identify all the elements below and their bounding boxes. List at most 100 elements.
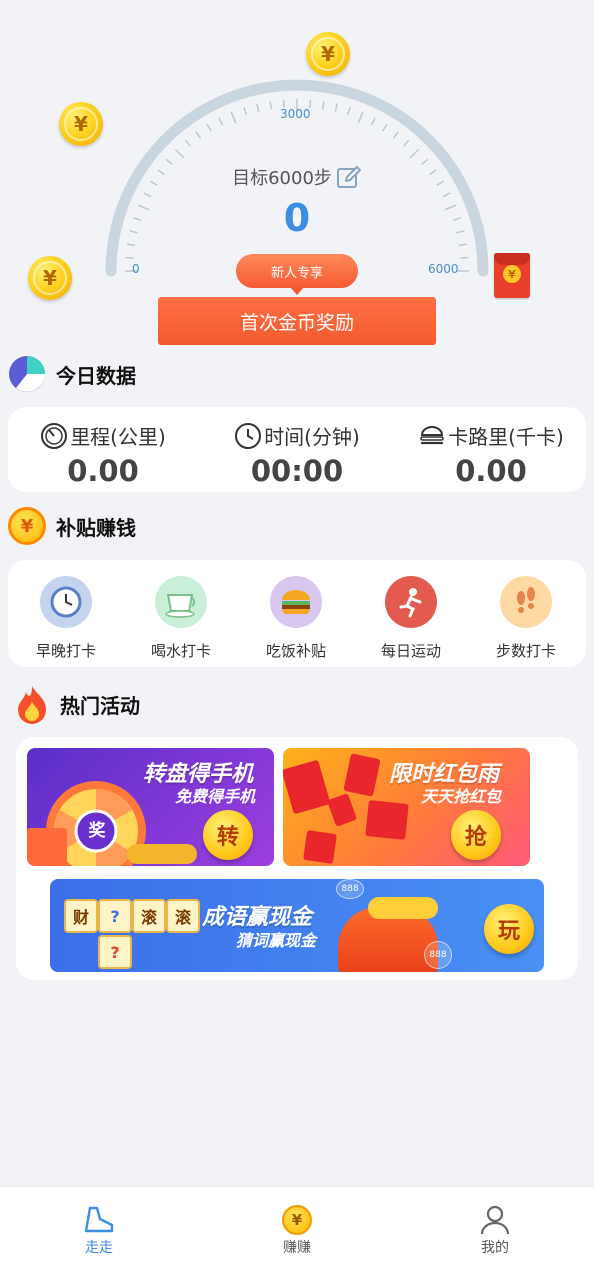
- tab-earn-label: 赚赚: [283, 1240, 311, 1256]
- coin-icon[interactable]: ¥: [59, 102, 103, 146]
- distance-stat: 里程(公里) 0.00: [8, 421, 198, 488]
- newcomer-badge-label: 新人专享: [270, 265, 323, 281]
- gauge-tick: [458, 243, 467, 247]
- red-packet-icon: [365, 800, 409, 840]
- gauge-tick: [402, 139, 410, 147]
- newcomer-badge: 新人专享: [236, 254, 358, 295]
- today-data-card: 里程(公里) 0.00 时间(分钟) 00:00 卡路里(千卡) 0.00: [8, 407, 586, 492]
- meal-subsidy[interactable]: 吃饭补贴: [241, 576, 351, 661]
- gauge-tick: [334, 103, 338, 112]
- water-checkin[interactable]: 喝水打卡: [126, 576, 236, 661]
- red-packet-icon: [326, 793, 358, 827]
- morning-evening-checkin[interactable]: 早晚打卡: [11, 576, 121, 661]
- footprints-icon: [500, 576, 552, 628]
- step-count: 0: [283, 196, 311, 240]
- gauge-tick: [382, 123, 388, 132]
- coins-pile-icon: [127, 844, 197, 864]
- gauge-tick: [195, 131, 202, 139]
- flame-icon: [18, 686, 46, 724]
- idiom-tile: ?: [98, 935, 132, 969]
- gauge-mid-label: 3000: [280, 107, 311, 121]
- gauge-tick: [218, 117, 224, 126]
- wheel-subtitle: 免费得手机: [175, 787, 256, 806]
- gold-ingots-icon: [368, 897, 438, 919]
- yuan-coin-icon: ¥: [8, 507, 46, 545]
- alarm-clock-icon: [40, 576, 92, 628]
- user-icon: [480, 1205, 510, 1235]
- spin-button[interactable]: 转: [203, 810, 253, 860]
- calorie-label: 卡路里(千卡): [448, 425, 564, 449]
- gauge-tick: [409, 148, 420, 159]
- idiom-tile: 滚: [132, 899, 166, 933]
- gauge-tick: [184, 139, 192, 147]
- gauge-tick: [127, 243, 136, 247]
- gauge-max-label: 6000: [428, 262, 459, 276]
- today-data-header: 今日数据: [8, 355, 136, 393]
- distance-label: 里程(公里): [70, 425, 166, 449]
- burger-icon: [270, 576, 322, 628]
- red-packet-icon: [303, 830, 337, 864]
- goal-text: 目标6000步: [232, 168, 332, 189]
- time-label: 时间(分钟): [264, 425, 360, 449]
- coin-icon[interactable]: ¥: [28, 256, 72, 300]
- coin-icon[interactable]: ¥: [306, 32, 350, 76]
- hot-activities-header: 热门活动: [14, 684, 140, 724]
- tab-walk-label: 走走: [85, 1240, 113, 1256]
- teacup-icon: [155, 576, 207, 628]
- tab-mine[interactable]: 我的: [445, 1203, 545, 1257]
- gauge-tick: [321, 101, 325, 110]
- goal-row[interactable]: 目标6000步: [0, 164, 594, 190]
- distance-value: 0.00: [67, 454, 139, 488]
- subsidy-card: 早晚打卡 喝水打卡 吃饭补贴 每日运动 步数打卡: [8, 560, 586, 667]
- time-stat: 时间(分钟) 00:00: [202, 421, 392, 488]
- tab-earn[interactable]: ¥ 赚赚: [247, 1203, 347, 1257]
- gauge-tick: [370, 117, 376, 126]
- gauge-tick: [256, 103, 260, 112]
- hot-activities-title: 热门活动: [60, 693, 140, 718]
- bottom-tab-bar: 走走 ¥ 赚赚 我的: [0, 1186, 594, 1281]
- gauge-tick: [243, 107, 248, 116]
- gauge-tick: [346, 107, 351, 116]
- gauge-tick: [206, 123, 212, 132]
- burger-icon: [420, 425, 444, 444]
- daily-exercise[interactable]: 每日运动: [356, 576, 466, 661]
- gift-box-icon: [27, 828, 67, 866]
- gauge-tick: [357, 111, 364, 124]
- red-packet-icon[interactable]: ¥: [494, 253, 530, 298]
- calorie-value: 0.00: [455, 454, 527, 488]
- gauge-tick: [174, 148, 185, 159]
- clock-icon: [235, 422, 262, 449]
- idiom-tile: 财: [64, 899, 98, 933]
- runner-icon: [385, 576, 437, 628]
- idiom-banner[interactable]: 财 ? 滚 滚 ? 成语赢现金 猜词赢现金 888 888 玩: [50, 879, 544, 972]
- gauge-tick: [269, 101, 273, 110]
- wheel-center-label: 奖: [88, 821, 106, 841]
- tab-mine-label: 我的: [481, 1240, 509, 1256]
- speedometer-icon: [41, 422, 68, 449]
- step-checkin[interactable]: 步数打卡: [471, 576, 581, 661]
- subsidy-header: ¥ 补贴赚钱: [8, 507, 136, 545]
- gauge-tick: [125, 256, 134, 259]
- bubble-icon: 888: [424, 941, 452, 969]
- pie-chart-icon: [9, 356, 45, 392]
- gauge-tick: [460, 256, 469, 259]
- shoe-icon: [84, 1206, 114, 1233]
- wheel-banner[interactable]: 奖 转盘得手机 免费得手机 转: [27, 748, 274, 866]
- gauge-min-label: 0: [132, 262, 140, 276]
- gauge-tick: [392, 131, 399, 139]
- calorie-stat: 卡路里(千卡) 0.00: [396, 421, 586, 488]
- first-coin-reward-button[interactable]: 首次金币奖励: [158, 297, 436, 345]
- red-packet-rain-banner[interactable]: 限时红包雨 天天抢红包 抢: [283, 748, 530, 866]
- tab-walk[interactable]: 走走: [49, 1203, 149, 1257]
- today-data-title: 今日数据: [56, 363, 136, 388]
- gauge-tick: [230, 111, 237, 124]
- grab-button[interactable]: 抢: [451, 810, 501, 860]
- idiom-tile: ?: [98, 899, 132, 933]
- red-packet-icon: [343, 753, 381, 797]
- bubble-icon: 888: [336, 879, 364, 899]
- edit-icon[interactable]: [336, 164, 362, 190]
- play-button[interactable]: 玩: [484, 904, 534, 954]
- time-value: 00:00: [250, 454, 344, 488]
- red-rain-subtitle: 天天抢红包: [421, 787, 502, 806]
- coin-icon: ¥: [282, 1205, 312, 1235]
